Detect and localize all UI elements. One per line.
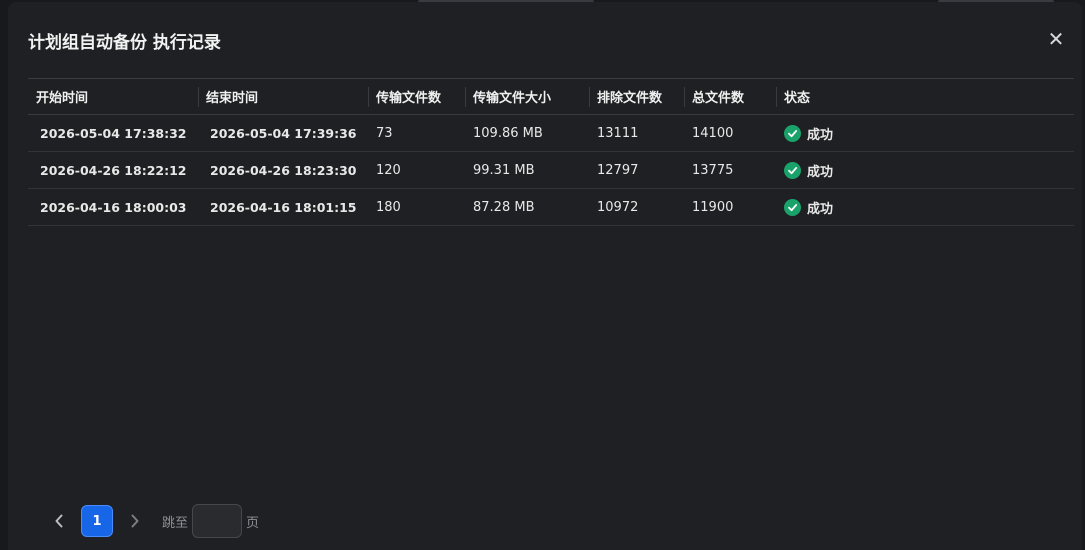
cell-total-count: 14100 xyxy=(684,114,776,152)
modal-title: 计划组自动备份 执行记录 xyxy=(28,33,221,53)
records-table: 开始时间 结束时间 传输文件数 传输文件大小 排除文件数 总文件数 状态 202… xyxy=(28,78,1074,226)
column-header-end-time[interactable]: 结束时间 xyxy=(198,78,368,115)
page-button-current[interactable]: 1 xyxy=(81,505,113,537)
cell-status: 成功 xyxy=(776,151,1074,189)
chevron-left-icon xyxy=(55,514,63,528)
success-check-icon xyxy=(784,124,801,142)
cell-transferred-size: 99.31 MB xyxy=(465,151,589,189)
column-header-start-time[interactable]: 开始时间 xyxy=(28,78,198,115)
cell-start-time: 2026-04-16 18:00:03 xyxy=(28,188,198,226)
pagination: 1 跳至 页 xyxy=(44,504,259,538)
column-header-transferred-count[interactable]: 传输文件数 xyxy=(368,78,465,115)
cell-transferred-size: 87.28 MB xyxy=(465,188,589,226)
cell-transferred-count: 180 xyxy=(368,188,465,226)
jump-page-input[interactable] xyxy=(192,504,243,538)
table-row: 2026-04-16 18:00:03 2026-04-16 18:01:15 … xyxy=(28,188,1074,226)
cell-end-time: 2026-04-16 18:01:15 xyxy=(198,188,368,226)
cell-start-time: 2026-04-26 18:22:12 xyxy=(28,151,198,189)
cell-transferred-size: 109.86 MB xyxy=(465,114,589,152)
status-text: 成功 xyxy=(807,127,834,143)
cell-excluded-count: 13111 xyxy=(589,114,684,152)
table-row: 2026-05-04 17:38:32 2026-05-04 17:39:36 … xyxy=(28,114,1074,152)
chevron-right-icon xyxy=(131,514,139,528)
column-header-transferred-size[interactable]: 传输文件大小 xyxy=(465,78,589,115)
cell-end-time: 2026-05-04 17:39:36 xyxy=(198,114,368,152)
success-check-icon xyxy=(784,198,801,216)
table-row: 2026-04-26 18:22:12 2026-04-26 18:23:30 … xyxy=(28,151,1074,189)
cell-total-count: 11900 xyxy=(684,188,776,226)
cell-transferred-count: 120 xyxy=(368,151,465,189)
success-check-icon xyxy=(784,161,801,179)
page-unit-label: 页 xyxy=(246,515,260,531)
status-text: 成功 xyxy=(807,201,834,217)
cell-start-time: 2026-05-04 17:38:32 xyxy=(28,114,198,152)
status-text: 成功 xyxy=(807,164,834,180)
column-header-excluded-count[interactable]: 排除文件数 xyxy=(589,78,684,115)
cell-excluded-count: 10972 xyxy=(589,188,684,226)
column-header-status[interactable]: 状态 xyxy=(776,78,1074,115)
cell-end-time: 2026-04-26 18:23:30 xyxy=(198,151,368,189)
prev-page-button[interactable] xyxy=(44,504,74,538)
cell-total-count: 13775 xyxy=(684,151,776,189)
cell-status: 成功 xyxy=(776,114,1074,152)
close-icon[interactable]: ✕ xyxy=(1046,29,1066,49)
execution-records-modal: 计划组自动备份 执行记录 ✕ 开始时间 结束时间 传输文件数 传输文件大小 排除… xyxy=(8,2,1082,550)
column-header-total-count[interactable]: 总文件数 xyxy=(684,78,776,115)
cell-transferred-count: 73 xyxy=(368,114,465,152)
jump-to-label: 跳至 xyxy=(162,515,189,531)
cell-status: 成功 xyxy=(776,188,1074,226)
next-page-button[interactable] xyxy=(120,504,150,538)
cell-excluded-count: 12797 xyxy=(589,151,684,189)
table-header-row: 开始时间 结束时间 传输文件数 传输文件大小 排除文件数 总文件数 状态 xyxy=(28,78,1074,115)
